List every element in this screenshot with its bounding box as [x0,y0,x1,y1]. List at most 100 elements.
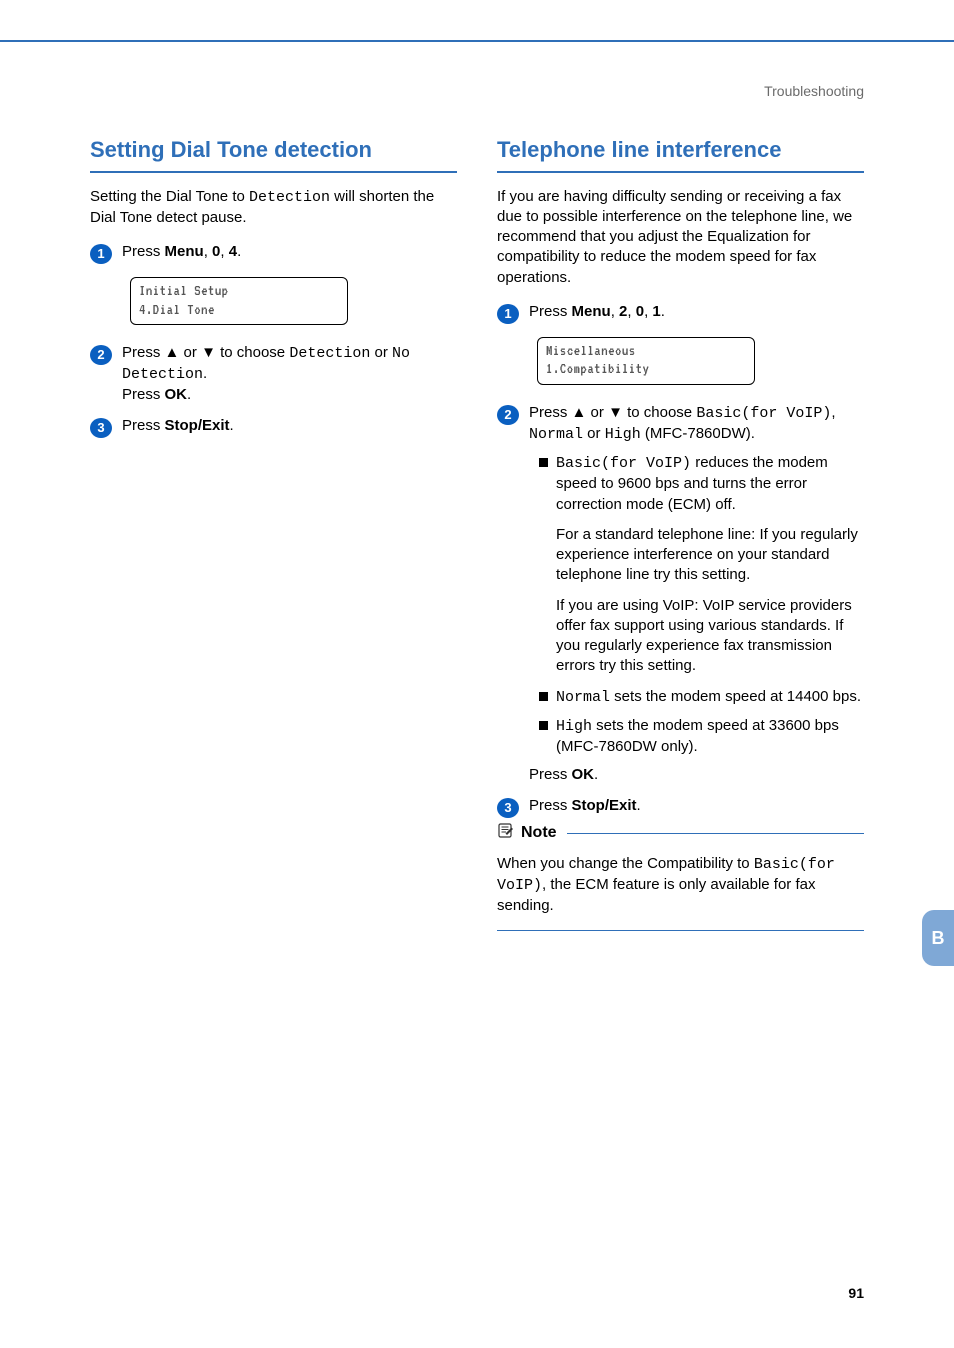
step-badge-2-icon: 2 [90,344,112,366]
basic-voip-para-2: If you are using VoIP: VoIP service prov… [556,596,864,677]
text: or [583,425,605,442]
svg-text:1: 1 [504,306,511,321]
key-1: 1 [652,303,660,320]
text: or [370,344,392,361]
down-arrow-icon: ▼ [201,344,216,361]
step-badge-1-icon: 1 [90,243,112,265]
r-step-3: 3 Press Stop/Exit. [497,796,864,819]
lcd-line1: Initial Setup [139,283,229,299]
code-basic-voip: Basic(for VoIP) [696,405,831,422]
bullet-basic-voip: Basic(for VoIP) reduces the modem speed … [539,453,864,515]
interference-intro: If you are having difficulty sending or … [497,187,864,288]
bullet-high: High sets the modem speed at 33600 bps (… [539,716,864,758]
text: , [220,243,228,260]
text: , [831,404,835,421]
code-normal: Normal [529,426,583,443]
note-block: Note When you change the Compatibility t… [497,833,864,932]
text: Press [529,766,572,783]
text: . [203,365,207,382]
press-ok-line: Press OK. [529,765,864,785]
text: Press [122,243,165,260]
step-badge-1-icon: 1 [497,303,519,325]
text: Press [122,344,165,361]
side-tab: B [922,910,954,966]
step-1: 1 Press Menu, 0, 4. [90,242,457,265]
left-column: Setting Dial Tone detection Setting the … [90,135,457,931]
r-step-3-body: Press Stop/Exit. [529,796,864,816]
up-arrow-icon: ▲ [572,404,587,421]
svg-text:1: 1 [97,246,104,261]
text: , the ECM feature is only available for … [497,876,815,914]
code-basic-voip: Basic(for VoIP) [556,455,691,472]
right-column: Telephone line interference If you are h… [497,135,864,931]
dial-tone-intro: Setting the Dial Tone to Detection will … [90,187,457,229]
bullet-text: Normal sets the modem speed at 14400 bps… [556,687,864,708]
key-menu: Menu [572,303,611,320]
step-2-body: Press ▲ or ▼ to choose Detection or No D… [122,343,457,406]
text: , [611,303,619,320]
bullet-text: Basic(for VoIP) reduces the modem speed … [556,453,864,515]
text: or [179,344,201,361]
note-title: Note [521,822,557,844]
text: . [661,303,665,320]
square-bullet-icon [539,692,548,701]
note-body: When you change the Compatibility to Bas… [497,854,864,917]
code-high: High [605,426,641,443]
step-3: 3 Press Stop/Exit. [90,416,457,439]
r-step-1-body: Press Menu, 2, 0, 1. [529,302,864,322]
svg-text:3: 3 [504,800,511,815]
heading-dial-tone: Setting Dial Tone detection [90,135,457,173]
heading-line-interference: Telephone line interference [497,135,864,173]
step-badge-2-icon: 2 [497,404,519,426]
down-arrow-icon: ▼ [608,404,623,421]
text: Press [122,386,165,403]
text: Press [122,417,165,434]
bullet-normal: Normal sets the modem speed at 14400 bps… [539,687,864,708]
square-bullet-icon [539,721,548,730]
text: . [637,797,641,814]
key-stop-exit: Stop/Exit [572,797,637,814]
up-arrow-icon: ▲ [165,344,180,361]
note-header: Note [497,821,567,845]
text: . [230,417,234,434]
bullet-text: High sets the modem speed at 33600 bps (… [556,716,864,758]
text: . [237,243,241,260]
key-menu: Menu [165,243,204,260]
r-step-2: 2 Press ▲ or ▼ to choose Basic(for VoIP)… [497,403,864,786]
step-badge-3-icon: 3 [497,797,519,819]
svg-text:2: 2 [97,347,104,362]
text: or [586,404,608,421]
lcd-line2: 4.Dial Tone [139,302,215,318]
text: to choose [623,404,696,421]
note-icon [497,821,515,845]
text: sets the modem speed at 14400 bps. [610,688,861,705]
text: Press [529,303,572,320]
top-blue-rule [0,40,954,42]
step-badge-3-icon: 3 [90,417,112,439]
code-high: High [556,718,592,735]
key-ok: OK [165,386,188,403]
step-3-body: Press Stop/Exit. [122,416,457,436]
key-ok: OK [572,766,595,783]
text: Press [529,404,572,421]
svg-text:3: 3 [97,420,104,435]
lcd-display-dial-tone: Initial Setup 4.Dial Tone [130,277,348,325]
text: , [204,243,212,260]
lcd-line2: 1.Compatibility [546,361,650,377]
code-detection: Detection [249,189,330,206]
square-bullet-icon [539,458,548,467]
text: Press [529,797,572,814]
key-0: 0 [636,303,644,320]
lcd-line1: Miscellaneous [546,343,636,359]
key-4: 4 [229,243,237,260]
r-step-2-body: Press ▲ or ▼ to choose Basic(for VoIP), … [529,403,864,786]
key-stop-exit: Stop/Exit [165,417,230,434]
r-step-1: 1 Press Menu, 2, 0, 1. [497,302,864,325]
code-normal: Normal [556,689,610,706]
section-header: Troubleshooting [764,82,864,101]
text: . [594,766,598,783]
text: Setting the Dial Tone to [90,188,249,205]
code-detection: Detection [289,345,370,362]
step-2: 2 Press ▲ or ▼ to choose Detection or No… [90,343,457,406]
basic-voip-para-1: For a standard telephone line: If you re… [556,525,864,586]
